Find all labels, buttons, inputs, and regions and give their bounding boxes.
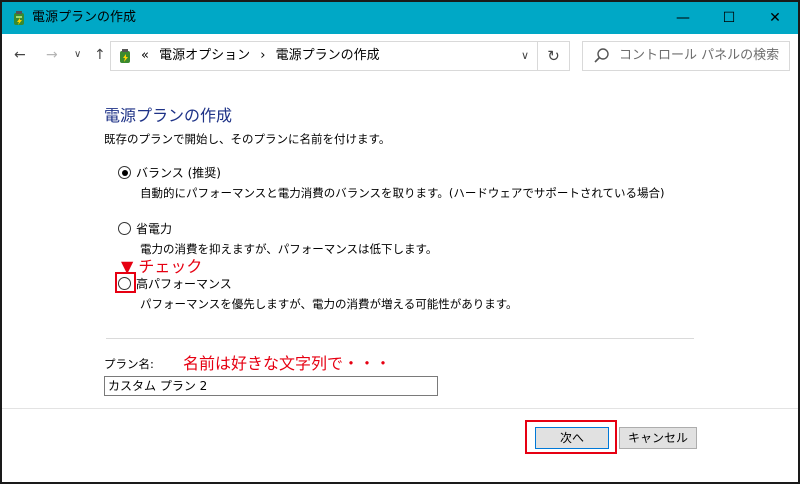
page-title: 電源プランの作成 [104, 106, 233, 125]
footer-separator [2, 408, 798, 409]
search-input[interactable]: コントロール パネルの検索 [619, 42, 779, 70]
navigation-bar: ← → ∨ ↑ « 電源オプション › 電源プランの作成 ∨ ↻ コントロール … [2, 34, 798, 78]
radio-selected-dot [121, 169, 128, 176]
window-title: 電源プランの作成 [32, 10, 137, 25]
recent-locations-button[interactable]: ∨ [74, 45, 81, 65]
annotation-next-highlight [525, 420, 617, 454]
refresh-button[interactable]: ↻ [538, 41, 570, 71]
annotation-name-hint: 名前は好きな文字列で・・・ [183, 354, 392, 373]
radio-balanced[interactable] [118, 166, 131, 179]
breadcrumb-power-options[interactable]: 電源オプション [159, 48, 250, 63]
back-button[interactable]: ← [14, 45, 26, 65]
plan-name-input[interactable]: カスタム プラン 2 [104, 376, 438, 396]
option-label-balanced[interactable]: バランス (推奨) [136, 164, 221, 181]
divider [106, 338, 694, 339]
window-frame: 電源プランの作成 — ☐ ✕ ← → ∨ ↑ « 電源オプション › 電源プラン… [0, 0, 800, 484]
option-label-power-saver[interactable]: 省電力 [136, 220, 172, 237]
radio-power-saver[interactable] [118, 222, 131, 235]
main-content: 電源プランの作成 既存のプランで開始し、そのプランに名前を付けます。 バランス … [2, 78, 798, 408]
option-desc-balanced: 自動的にパフォーマンスと電力消費のバランスを取ります。(ハードウェアでサポートさ… [140, 186, 665, 200]
cancel-button[interactable]: キャンセル [619, 427, 697, 449]
power-options-icon [120, 49, 130, 63]
annotation-radio-highlight [115, 272, 136, 293]
up-button[interactable]: ↑ [94, 45, 106, 65]
intro-text: 既存のプランで開始し、そのプランに名前を付けます。 [104, 132, 391, 146]
breadcrumb-separator[interactable]: › [260, 48, 265, 63]
forward-button[interactable]: → [46, 45, 58, 65]
minimize-button[interactable]: — [660, 2, 706, 34]
breadcrumb: « 電源オプション › 電源プランの作成 [141, 42, 386, 70]
breadcrumb-overflow[interactable]: « [141, 48, 149, 63]
search-box[interactable]: コントロール パネルの検索 [582, 41, 790, 71]
close-button[interactable]: ✕ [752, 2, 798, 34]
power-options-icon [14, 11, 24, 25]
chevron-down-icon[interactable]: ∨ [521, 42, 529, 70]
address-bar[interactable]: « 電源オプション › 電源プランの作成 ∨ [110, 41, 538, 71]
plan-name-label: プラン名: [104, 357, 154, 371]
title-bar: 電源プランの作成 — ☐ ✕ [2, 2, 798, 34]
maximize-button[interactable]: ☐ [706, 2, 752, 34]
option-label-high-performance[interactable]: 高パフォーマンス [136, 275, 232, 292]
breadcrumb-create-plan[interactable]: 電源プランの作成 [276, 48, 380, 63]
option-desc-high-performance: パフォーマンスを優先しますが、電力の消費が増える可能性があります。 [140, 297, 518, 311]
search-icon [594, 48, 609, 63]
